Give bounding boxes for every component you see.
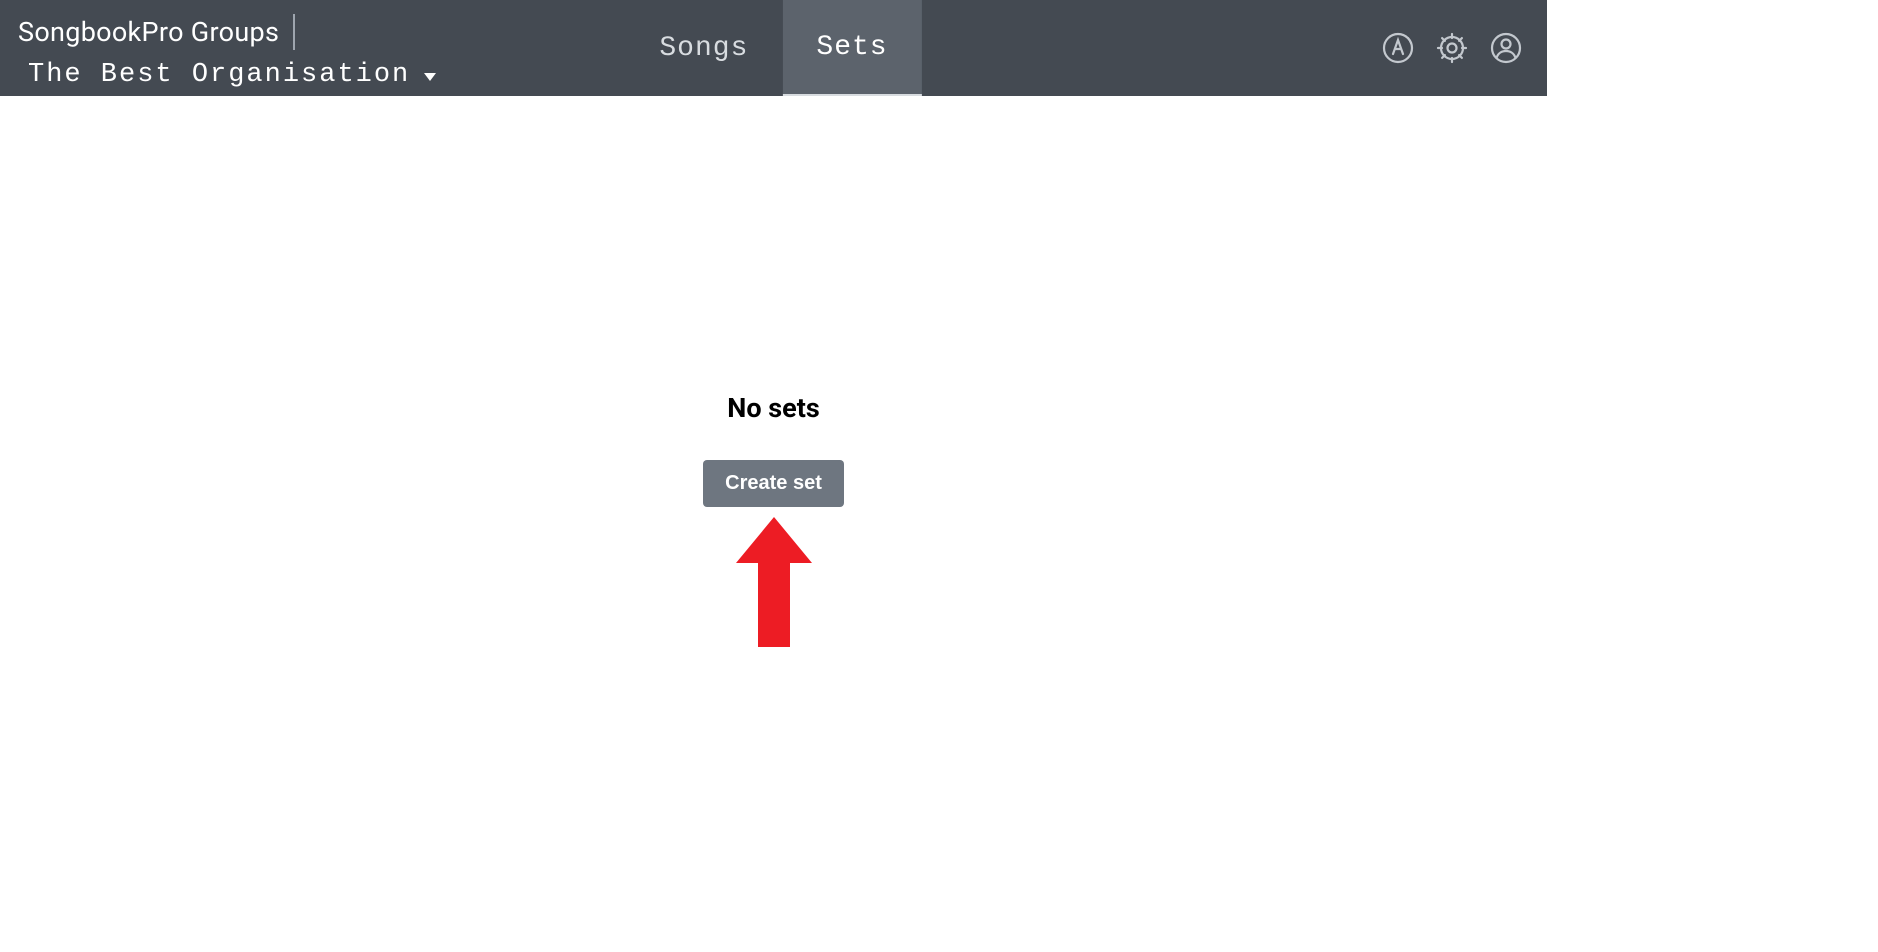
- app-header: SongbookPro Groups The Best Organisation…: [0, 0, 1547, 96]
- main-tabs: Songs Sets: [625, 0, 921, 96]
- main-content: No sets Create set: [0, 96, 1547, 655]
- header-right: [1381, 0, 1523, 96]
- title-divider: [293, 14, 295, 50]
- admin-icon[interactable]: [1381, 31, 1415, 65]
- organisation-name: The Best Organisation: [28, 60, 410, 90]
- chevron-down-icon: [424, 73, 436, 81]
- app-title-row: SongbookPro Groups: [18, 14, 436, 50]
- create-set-button[interactable]: Create set: [703, 460, 844, 507]
- gear-icon[interactable]: [1435, 31, 1469, 65]
- arrow-up-annotation: [732, 515, 816, 655]
- organisation-dropdown[interactable]: The Best Organisation: [18, 60, 436, 90]
- app-title: SongbookPro Groups: [18, 16, 279, 48]
- header-left: SongbookPro Groups The Best Organisation: [0, 0, 436, 96]
- person-circle-icon[interactable]: [1489, 31, 1523, 65]
- tab-sets[interactable]: Sets: [782, 0, 921, 96]
- tab-songs[interactable]: Songs: [625, 0, 782, 96]
- empty-state-heading: No sets: [727, 392, 819, 424]
